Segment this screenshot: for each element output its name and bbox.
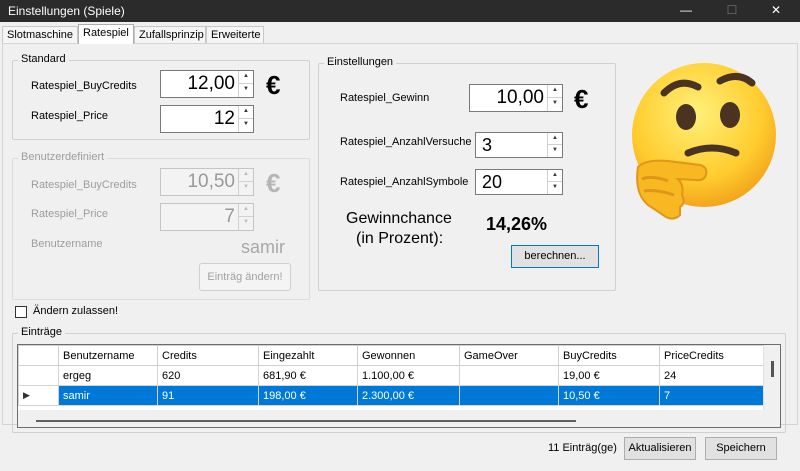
column-header[interactable]: Benutzername: [58, 345, 158, 366]
allow-change-checkbox[interactable]: [15, 306, 27, 318]
spin-buttons[interactable]: ▲ ▼: [238, 169, 253, 195]
table-header-row: Benutzername Credits Eingezahlt Gewonnen…: [18, 345, 765, 366]
chance-value: 14,26%: [486, 214, 548, 234]
table-cell[interactable]: 681,90 €: [258, 365, 358, 386]
maximize-button[interactable]: ☐: [712, 0, 752, 22]
minimize-button[interactable]: —: [666, 0, 706, 22]
custom-buycredits-label: Ratespiel_BuyCredits: [31, 179, 137, 191]
column-header[interactable]: PriceCredits: [659, 345, 765, 366]
table-cell[interactable]: 7: [659, 385, 765, 406]
spin-buttons[interactable]: ▲ ▼: [238, 71, 253, 97]
tab-strip: Slotmaschine Ratespiel Zufallsprinzip Er…: [0, 22, 800, 44]
currency-symbol: €: [266, 70, 281, 100]
row-header[interactable]: [18, 365, 59, 386]
spin-buttons[interactable]: ▲ ▼: [238, 106, 253, 132]
chance-label-line2: (in Prozent):: [356, 230, 444, 247]
column-header[interactable]: GameOver: [459, 345, 559, 366]
versuche-label: Ratespiel_AnzahlVersuche: [340, 136, 472, 148]
table-cell[interactable]: 19,00 €: [558, 365, 660, 386]
spin-buttons[interactable]: ▲ ▼: [547, 170, 562, 194]
custom-buycredits-value: 10,50: [187, 171, 235, 192]
column-header[interactable]: Gewonnen: [357, 345, 460, 366]
allow-change-label: Ändern zulassen!: [33, 305, 118, 317]
close-button[interactable]: ✕: [756, 0, 796, 22]
gewinn-label: Ratespiel_Gewinn: [340, 92, 430, 104]
table-cell[interactable]: 10,50 €: [558, 385, 660, 406]
table-cell[interactable]: samir: [58, 385, 158, 406]
custom-group-title: Benutzerdefiniert: [18, 151, 108, 163]
spin-buttons[interactable]: ▲ ▼: [547, 85, 562, 111]
username-value: samir: [241, 237, 285, 257]
username-label: Benutzername: [31, 238, 103, 250]
entries-grid[interactable]: Benutzername Credits Eingezahlt Gewonnen…: [17, 344, 781, 428]
custom-buycredits-stepper[interactable]: 10,50 ▲ ▼: [160, 168, 254, 196]
table-cell[interactable]: 198,00 €: [258, 385, 358, 406]
column-header[interactable]: Credits: [157, 345, 259, 366]
versuche-value: 3: [482, 134, 493, 155]
currency-symbol: €: [574, 84, 589, 114]
spin-buttons[interactable]: ▲ ▼: [238, 204, 253, 230]
tab-erweiterte[interactable]: Erweiterte: [206, 26, 264, 43]
edit-entry-button[interactable]: Einträg ändern!: [199, 263, 291, 291]
table-cell[interactable]: 620: [157, 365, 259, 386]
table-cell[interactable]: 24: [659, 365, 765, 386]
entry-count: 11 Einträg(ge): [548, 442, 617, 454]
standard-price-value: 12: [213, 108, 235, 129]
title-bar: Einstellungen (Spiele) — ☐ ✕: [0, 0, 800, 22]
table-cell[interactable]: ergeg: [58, 365, 158, 386]
scrollbar-thumb[interactable]: [36, 420, 576, 422]
tab-ratespiel[interactable]: Ratespiel: [78, 24, 134, 44]
table-cell[interactable]: 1.100,00 €: [357, 365, 460, 386]
custom-price-label: Ratespiel_Price: [31, 208, 109, 220]
entries-group-title: Einträge: [18, 326, 65, 338]
symbole-value: 20: [482, 171, 503, 192]
gewinn-value: 10,00: [496, 87, 544, 108]
currency-symbol: €: [266, 168, 281, 198]
standard-price-label: Ratespiel_Price: [31, 110, 109, 122]
table-cell[interactable]: 91: [157, 385, 259, 406]
table-cell[interactable]: [459, 385, 559, 406]
custom-price-stepper[interactable]: 7 ▲ ▼: [160, 203, 254, 231]
table-row[interactable]: ergeg 620 681,90 € 1.100,00 € 19,00 € 24: [18, 365, 765, 386]
custom-price-value: 7: [224, 206, 235, 227]
standard-group-title: Standard: [18, 53, 69, 65]
save-button[interactable]: Speichern: [705, 437, 777, 460]
refresh-button[interactable]: Aktualisieren: [624, 437, 696, 460]
standard-buycredits-label: Ratespiel_BuyCredits: [31, 80, 137, 92]
table-row-selected[interactable]: ▶ samir 91 198,00 € 2.300,00 € 10,50 € 7: [18, 385, 765, 406]
symbole-label: Ratespiel_AnzahlSymbole: [340, 176, 469, 188]
entries-table: Benutzername Credits Eingezahlt Gewonnen…: [18, 345, 765, 406]
scrollbar-thumb[interactable]: [771, 361, 774, 377]
horizontal-scrollbar[interactable]: [18, 410, 764, 427]
chance-label-line1: Gewinnchance: [346, 210, 452, 227]
table-cell[interactable]: 2.300,00 €: [357, 385, 460, 406]
window-title: Einstellungen (Spiele): [8, 4, 125, 18]
settings-group-title: Einstellungen: [324, 56, 397, 68]
standard-buycredits-stepper[interactable]: 12,00 ▲ ▼: [160, 70, 254, 98]
standard-buycredits-value: 12,00: [187, 73, 235, 94]
tab-zufallsprinzip[interactable]: Zufallsprinzip: [134, 26, 206, 43]
calculate-button[interactable]: berechnen...: [511, 245, 599, 268]
row-header-corner: [18, 345, 59, 366]
gewinn-stepper[interactable]: 10,00 ▲ ▼: [469, 84, 563, 112]
column-header[interactable]: Eingezahlt: [258, 345, 358, 366]
row-selected-arrow-icon[interactable]: ▶: [18, 385, 59, 406]
standard-price-stepper[interactable]: 12 ▲ ▼: [160, 105, 254, 133]
table-cell[interactable]: [459, 365, 559, 386]
tab-slotmaschine[interactable]: Slotmaschine: [2, 26, 78, 43]
column-header[interactable]: BuyCredits: [558, 345, 660, 366]
spin-buttons[interactable]: ▲ ▼: [547, 133, 562, 157]
thinking-face-emoji-icon: [632, 63, 776, 220]
symbole-stepper[interactable]: 20 ▲ ▼: [475, 169, 563, 195]
vertical-scrollbar[interactable]: [763, 345, 780, 427]
versuche-stepper[interactable]: 3 ▲ ▼: [475, 132, 563, 158]
